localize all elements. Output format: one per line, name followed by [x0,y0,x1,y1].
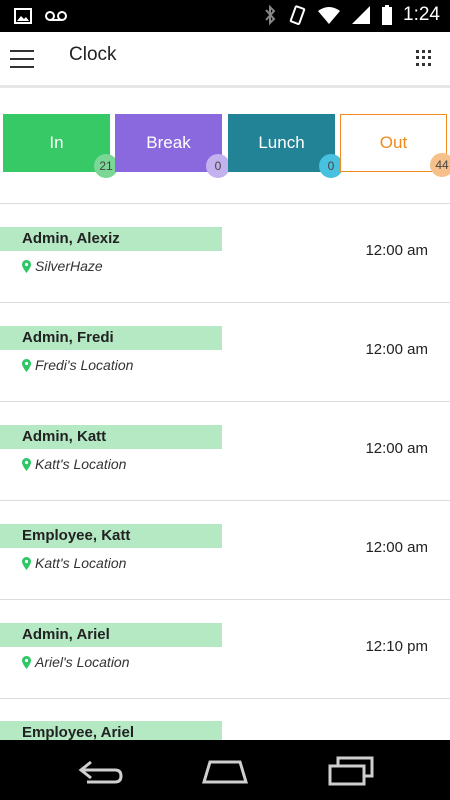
app-grid-icon[interactable] [416,50,432,66]
location-pin-icon [22,358,31,372]
location-text: Ariel's Location [35,654,130,670]
app-bar: Clock [0,32,450,88]
status-filter-bar: In 21 Break 0 Lunch 0 Out 44 [0,114,450,178]
signal-icon [352,6,371,24]
location-pin-icon [22,655,31,669]
system-navigation-bar [0,740,450,800]
status-out-label: Out [379,133,408,152]
employee-list-item[interactable]: Admin, Fredi Fredi's Location 12:00 am [0,303,450,402]
employee-list-item[interactable]: Admin, Ariel Ariel's Location 12:10 pm [0,600,450,699]
vibrate-icon [289,5,306,25]
system-indicators: 1:24 [263,4,440,26]
notification-icons [14,8,68,24]
clock-time: 1:24 [403,4,440,25]
employee-name: Admin, Alexiz [0,227,222,251]
location-text: Fredi's Location [35,357,134,373]
voicemail-icon [45,11,67,21]
home-icon[interactable] [200,754,250,788]
recent-apps-icon[interactable] [326,754,376,788]
status-out-button[interactable]: Out 44 [340,114,450,177]
hamburger-menu-icon[interactable] [10,50,34,70]
employee-location: Fredi's Location [22,357,133,373]
status-break-button[interactable]: Break 0 [115,114,230,178]
employee-list-item[interactable]: Employee, Ariel [0,699,450,740]
status-lunch-button[interactable]: Lunch 0 [228,114,343,178]
clock-time-value: 12:00 am [365,539,428,556]
employee-name: Employee, Ariel [0,721,222,740]
employee-name: Employee, Katt [0,524,222,548]
employee-location: Katt's Location [22,456,126,472]
status-break-count-badge: 0 [206,154,230,178]
clock-time-value: 12:00 am [365,341,428,358]
location-pin-icon [22,556,31,570]
image-notification-icon [14,8,32,24]
employee-list-item[interactable]: Admin, Katt Katt's Location 12:00 am [0,402,450,501]
location-text: Katt's Location [35,456,127,472]
location-pin-icon [22,457,31,471]
clock-time-value: 12:00 am [365,242,428,259]
page-title: Clock [69,44,117,65]
status-lunch-label: Lunch [258,133,305,152]
employee-location: Ariel's Location [22,654,130,670]
back-icon[interactable] [75,754,125,788]
status-out-count-badge: 44 [430,153,450,177]
employee-name: Admin, Fredi [0,326,222,350]
employee-name: Admin, Ariel [0,623,222,647]
location-pin-icon [22,259,31,273]
status-in-button[interactable]: In 21 [3,114,118,178]
employee-location: SilverHaze [22,258,103,274]
status-break-label: Break [146,133,191,152]
system-status-bar: 1:24 [0,0,450,32]
employee-name: Admin, Katt [0,425,222,449]
battery-icon [382,5,393,25]
bluetooth-icon [265,4,276,26]
location-text: Katt's Location [35,555,127,571]
employee-list-item[interactable]: Admin, Alexiz SilverHaze 12:00 am [0,204,450,303]
status-in-label: In [49,133,64,152]
location-text: SilverHaze [35,258,103,274]
employee-location: Katt's Location [22,555,126,571]
wifi-icon [318,7,341,24]
clock-time-value: 12:00 am [365,440,428,457]
clock-time-value: 12:10 pm [365,638,428,655]
employee-list-item[interactable]: Employee, Katt Katt's Location 12:00 am [0,501,450,600]
